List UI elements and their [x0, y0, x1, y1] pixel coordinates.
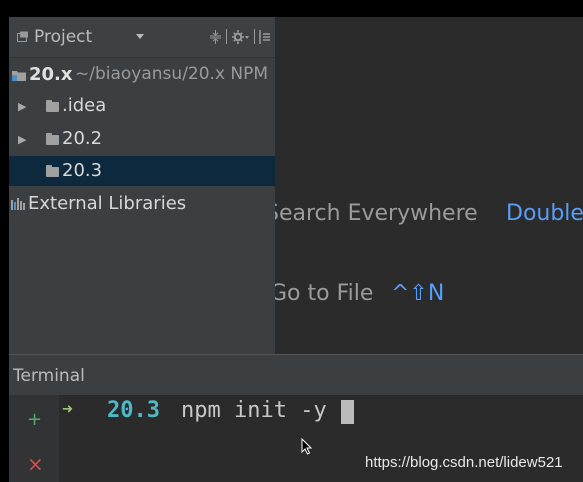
folder-icon: [46, 133, 59, 145]
tree-item-label: External Libraries: [28, 193, 187, 214]
project-view-icon: [17, 31, 28, 42]
terminal-title[interactable]: Terminal: [13, 366, 85, 386]
toolbar-divider: [254, 29, 255, 44]
tree-item-label: 20.3: [62, 160, 103, 181]
tree-item-label: 20.2: [62, 128, 103, 149]
terminal-body[interactable]: + × ➜ 20.3 npm init -y https://blog.csdn…: [9, 395, 583, 482]
expand-arrow-icon[interactable]: ▶: [18, 100, 26, 113]
editor-empty-area: Search Everywhere Double Go to File ^⇧N: [275, 17, 583, 354]
hide-icon[interactable]: [259, 30, 271, 44]
folder-icon: [46, 100, 59, 112]
terminal-header: Terminal: [9, 355, 583, 395]
chevron-down-icon[interactable]: [136, 34, 144, 40]
prompt-arrow-icon: ➜: [62, 399, 73, 420]
mouse-pointer-icon: [301, 438, 312, 455]
gear-icon[interactable]: [232, 30, 250, 44]
root-path: ~/biaoyansu/20.x NPM: [75, 64, 269, 84]
shortcut-search-everywhere: Double: [506, 201, 583, 226]
watermark-url: https://blog.csdn.net/lidew521: [365, 454, 563, 471]
root-name: 20.x: [29, 64, 73, 85]
tree-item-20-3[interactable]: 20.3: [9, 156, 275, 186]
terminal-gutter: + ×: [9, 395, 59, 482]
hint-search-everywhere: Search Everywhere: [275, 201, 478, 226]
project-panel: Project 20.x ~/biaoyansu/20.x NPM ▶ .ide…: [9, 17, 275, 354]
hint-go-to-file: Go to File: [275, 281, 374, 306]
top-strip: [0, 0, 583, 17]
terminal-cursor: [341, 400, 354, 424]
tree-root-row[interactable]: 20.x ~/biaoyansu/20.x NPM: [9, 60, 275, 90]
toolbar-divider: [226, 29, 227, 44]
close-session-icon[interactable]: ×: [27, 452, 44, 476]
collapse-icon[interactable]: [209, 30, 222, 44]
terminal-command[interactable]: npm init -y: [181, 398, 327, 423]
project-title[interactable]: Project: [34, 27, 92, 47]
folder-icon: [46, 165, 59, 177]
tree-item-label: .idea: [62, 95, 107, 116]
tree-item-idea[interactable]: ▶ .idea: [9, 91, 275, 121]
project-folder-icon: [12, 71, 26, 81]
tree-item-external-libraries[interactable]: External Libraries: [9, 189, 275, 219]
expand-arrow-icon[interactable]: ▶: [18, 133, 26, 146]
project-header: Project: [9, 17, 275, 58]
editor-hints: Search Everywhere Double Go to File ^⇧N: [275, 17, 583, 354]
shortcut-go-to-file: ^⇧N: [391, 281, 445, 306]
new-session-icon[interactable]: +: [27, 409, 42, 430]
tree-item-20-2[interactable]: ▶ 20.2: [9, 124, 275, 154]
libraries-icon: [11, 198, 25, 210]
prompt-directory: 20.3: [107, 398, 160, 423]
